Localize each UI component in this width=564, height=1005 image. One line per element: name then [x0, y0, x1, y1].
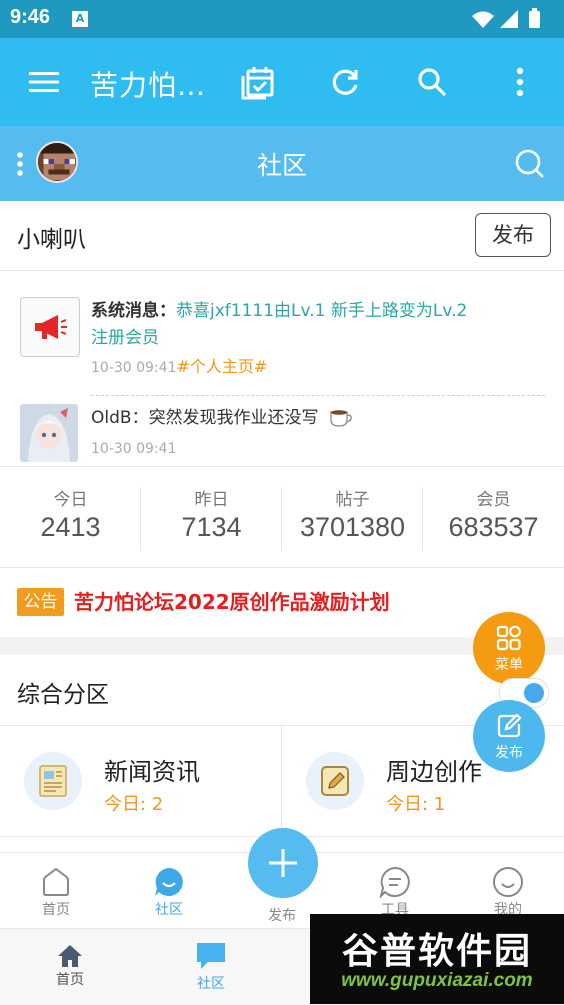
system-message[interactable]: 系统消息：恭喜jxf1111由Lv.1 新手上路变为Lv.2 [91, 298, 467, 324]
announcement-link[interactable]: 苦力怕论坛2022原创作品激励计划 [74, 586, 390, 615]
stat-label: 会员 [476, 490, 511, 510]
user-message-time: 10-30 09:41 [91, 441, 177, 457]
edit-note-icon [306, 752, 364, 810]
community-search-icon[interactable] [514, 148, 546, 180]
coffee-emoji-icon [330, 410, 352, 427]
forum-name: 新闻资讯 [104, 758, 200, 786]
grid-menu-icon [496, 625, 521, 651]
stat-posts: 帖子 3701380 [282, 485, 423, 543]
stat-yesterday: 昨日 7134 [141, 485, 282, 543]
menu-icon[interactable] [22, 60, 66, 104]
nav-community[interactable]: 社区 [113, 865, 225, 919]
center-add-button[interactable] [248, 828, 318, 898]
newspaper-icon [24, 752, 82, 810]
outer-nav-home[interactable]: 首页 [14, 943, 126, 989]
system-status-icons [472, 8, 540, 28]
edit-square-icon [497, 713, 522, 738]
stat-today: 今日 2413 [0, 485, 141, 543]
user-message-sep: ： [131, 408, 149, 428]
stat-members: 会员 683537 [423, 485, 564, 543]
float-toggle-knob [524, 683, 544, 703]
forum-name: 周边创作 [386, 758, 482, 786]
user-avatar-oldb[interactable] [20, 404, 78, 462]
user-message-user: OldB [91, 408, 132, 428]
user-message-text: 突然发现我作业还没写 [148, 408, 319, 428]
system-message-text: 恭喜jxf1111由Lv.1 新手上路变为Lv.2 [176, 301, 468, 321]
category-title: 综合分区 [17, 682, 109, 708]
outer-nav-community[interactable]: 社区 [155, 939, 267, 993]
watermark-title: 谷普软件园 [341, 931, 532, 972]
stat-label: 帖子 [335, 490, 370, 510]
stat-value: 683537 [448, 512, 539, 542]
stat-label: 今日 [53, 490, 88, 510]
nav-me[interactable]: 我的 [452, 865, 564, 919]
floating-menu-button[interactable]: 菜单 [473, 612, 545, 684]
nav-label: 社区 [155, 902, 183, 918]
nav-label: 首页 [42, 902, 70, 918]
refresh-icon[interactable] [323, 60, 367, 104]
home-outline-icon [43, 867, 69, 896]
watermark-logo: 谷普软件园 www.gupuxiazai.com [310, 914, 564, 1004]
system-message-prefix: 系统消息： [91, 301, 176, 321]
app-toolbar: 苦力怕… [0, 38, 564, 126]
user-message[interactable]: OldB：突然发现我作业还没写 [91, 405, 354, 431]
app-title: 苦力怕… [90, 69, 207, 102]
floating-menu-label: 菜单 [495, 657, 523, 673]
calendar-check-icon[interactable] [236, 60, 280, 104]
chat-bubble-filled-icon [155, 868, 183, 896]
forum-today-count: 今日: 2 [104, 794, 164, 815]
stat-label: 昨日 [194, 490, 229, 510]
divider [0, 466, 564, 467]
chat-bubble-icon [197, 943, 225, 969]
status-bar: 9:46 A [0, 0, 564, 38]
nav-home[interactable]: 首页 [0, 865, 112, 919]
plus-icon [269, 849, 297, 877]
notification-a-icon: A [72, 11, 88, 27]
system-message-text-line2: 注册会员 [91, 328, 159, 348]
more-vert-icon[interactable] [498, 60, 542, 104]
home-filled-icon [58, 945, 82, 967]
floating-publish-label: 发布 [495, 745, 523, 761]
floating-publish-button[interactable]: 发布 [473, 700, 545, 772]
watermark-url: www.gupuxiazai.com [341, 970, 533, 991]
profile-link[interactable]: #个人主页# [176, 357, 267, 376]
forum-today-count: 今日: 1 [386, 794, 446, 815]
system-message-time: 10-30 09:41 [91, 360, 177, 376]
stat-value: 7134 [181, 512, 242, 542]
outer-nav-label: 社区 [197, 976, 225, 992]
status-time: 9:46 [10, 6, 51, 28]
announcement-badge: 公告 [17, 588, 64, 616]
community-header: 社区 [0, 126, 564, 201]
stat-value: 2413 [40, 512, 101, 542]
dashed-divider [91, 395, 545, 396]
community-title: 社区 [256, 151, 307, 180]
stat-value: 3701380 [299, 512, 406, 542]
megaphone-icon [20, 297, 80, 357]
smile-icon [493, 867, 523, 897]
notice-publish-button[interactable]: 发布 [475, 213, 551, 257]
notice-section-title: 小喇叭 [17, 227, 86, 253]
chat-lines-icon [379, 866, 410, 898]
nav-tools[interactable]: 工具 [339, 865, 451, 919]
divider [0, 270, 564, 271]
forum-card-news[interactable]: 新闻资讯 今日: 2 [0, 726, 281, 836]
search-icon[interactable] [410, 60, 454, 104]
outer-nav-label: 首页 [56, 972, 84, 988]
divider [0, 567, 564, 568]
